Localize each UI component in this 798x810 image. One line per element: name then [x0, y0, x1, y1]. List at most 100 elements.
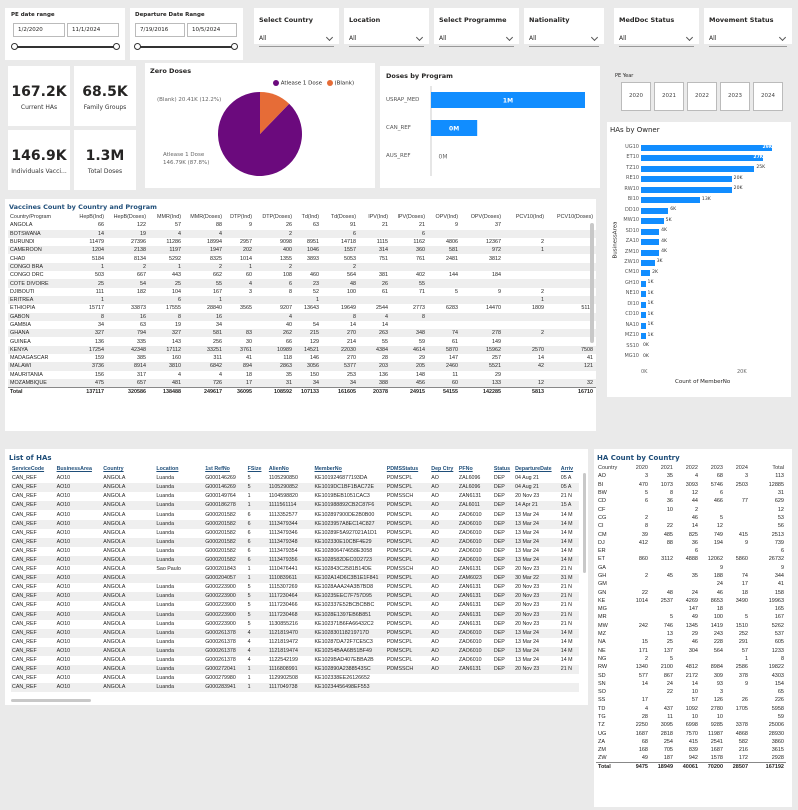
table-row[interactable]: CONGO BRA 1 2 1 2 1 2 2 [8, 262, 596, 272]
location-slicer[interactable]: Location All [344, 8, 429, 47]
table-row[interactable]: SD 577 867 2172 309 378 4303 [596, 671, 786, 679]
table-row[interactable]: GHANA 327 794 327 581 83 262 215 270 263 348 74 278 2… [8, 329, 596, 338]
table-row[interactable]: CAN_REF AO10 ANGOLA Luanda G000223900 5 111723… [11, 610, 579, 620]
table-row[interactable]: TD 4 437 1092 2780 1705 5958 [596, 705, 786, 713]
table-row[interactable]: MR 5 49 100 5 167 [596, 613, 786, 621]
table-row[interactable]: CAN_REF AO10 ANGOLA Luanda G000283941 1 111704… [11, 683, 579, 693]
select-country-dropdown[interactable]: All [259, 33, 334, 47]
table-row[interactable]: GM 24 17 41 [596, 580, 786, 588]
table-row[interactable]: GUINEA 136 335 143 256 30 66 129 214 55 59 61 149 [8, 337, 596, 345]
table-row[interactable]: NE 171 137 304 564 57 1233 [596, 647, 786, 655]
owner-bar[interactable] [641, 291, 646, 298]
owner-bar[interactable] [641, 280, 646, 287]
table-row[interactable]: RW 1340 2100 4812 8984 2586 19822 [596, 663, 786, 671]
owner-bar[interactable] [641, 155, 764, 162]
table-row[interactable]: MW 242 746 1345 1419 1510 5262 [596, 622, 786, 630]
select-programme-slicer[interactable]: Select Programme All [434, 8, 519, 47]
zero-doses-pie[interactable] [215, 88, 305, 180]
owner-bar[interactable] [641, 259, 655, 266]
owner-bar[interactable] [641, 322, 646, 329]
nationality-dropdown[interactable]: All [529, 33, 599, 47]
owner-bar[interactable] [641, 301, 646, 308]
table-row[interactable]: CAN_REF AO10 ANGOLA Luanda G000261378 4 112181… [11, 628, 579, 638]
table-row[interactable]: CAN_REF AO10 ANGOLA Luanda G000223900 5 111530… [11, 583, 579, 592]
owner-bar[interactable] [641, 228, 660, 235]
table-row[interactable]: CAMEROON 1204 2138 1197 1947 202 400 1046 1557 31… [8, 246, 596, 255]
table-row[interactable]: TZ 2250 3095 6998 9285 3378 25006 [596, 721, 786, 729]
table-row[interactable]: CG 2 46 5 53 [596, 514, 786, 522]
pe-end-date-input[interactable]: 11/1/2024 [67, 23, 119, 37]
location-dropdown[interactable]: All [349, 33, 424, 47]
table-row[interactable]: UG 1687 2818 7570 11987 4868 28930 [596, 730, 786, 738]
table-row[interactable]: KENYA 17254 42348 17112 33251 3761 10989 14521 2… [8, 345, 596, 355]
departure-range-handle-start[interactable] [134, 43, 141, 50]
departure-start-date-input[interactable]: 7/19/2016 [135, 23, 185, 37]
table-row[interactable]: CAN_REF AO10 ANGOLA Luanda G000149764 1 110459… [11, 492, 579, 501]
owner-bar[interactable] [641, 197, 700, 204]
owner-bar[interactable] [641, 186, 732, 193]
table-row[interactable]: CAN_REF AO10 ANGOLA Luanda G000223900 5 111723… [11, 601, 579, 610]
table-row[interactable]: CI 8 22 14 12 56 [596, 522, 786, 530]
table-row[interactable]: CAN_REF AO10 ANGOLA Luanda G000146269 5 110529… [11, 474, 579, 483]
table-row[interactable]: MAURITANIA 156 317 4 4 18 35 150 253 136 148 11 29 [8, 371, 596, 379]
table-row[interactable]: NG 2 5 1 8 [596, 655, 786, 663]
owner-bar[interactable] [641, 145, 773, 151]
table-row[interactable]: CM 39 485 825 749 415 2513 [596, 530, 786, 538]
table-row[interactable]: SS 17 57 126 26 226 [596, 696, 786, 704]
vaccines-vertical-scrollbar[interactable] [590, 223, 594, 343]
table-row[interactable]: KE 1014 2537 4269 8653 3490 19963 [596, 597, 786, 605]
table-row[interactable]: CAN_REF AO10 ANGOLA Luanda G000223900 5 113085… [11, 620, 579, 629]
table-row[interactable]: COTE DIVOIRE 25 54 25 55 4 6 23 48 26 55 [8, 279, 596, 288]
table-row[interactable]: MADAGASCAR 159 385 160 311 41 118 146 270 28 29 147… [8, 354, 596, 362]
table-row[interactable]: CF 10 2 12 [596, 505, 786, 513]
table-row[interactable]: NA 15 25 46 228 291 605 [596, 638, 786, 646]
table-row[interactable]: GABON 8 16 8 16 4 8 4 8 [8, 312, 596, 321]
nationality-slicer[interactable]: Nationality All [524, 8, 604, 47]
movement-status-dropdown[interactable]: All [709, 33, 787, 47]
table-row[interactable]: CAN_REF AO10 ANGOLA Luanda G000261378 4 112181… [11, 638, 579, 647]
table-row[interactable]: ER 6 6 [596, 547, 786, 555]
meddoc-status-slicer[interactable]: MedDoc Status All [614, 8, 699, 47]
table-row[interactable]: MALAWI 3736 8914 3810 6842 894 2863 3056 5377 203… [8, 362, 596, 371]
pe-year-2023[interactable]: 2023 [720, 82, 750, 111]
table-row[interactable]: GA 9 9 [596, 564, 786, 572]
owner-bar[interactable] [641, 312, 646, 319]
owner-bar[interactable] [641, 218, 664, 225]
table-row[interactable]: MZ 13 29 243 252 537 [596, 630, 786, 638]
pe-range-track[interactable] [13, 46, 117, 48]
pe-range-handle-end[interactable] [113, 43, 120, 50]
select-programme-dropdown[interactable]: All [439, 33, 514, 47]
table-row[interactable]: CONGO DRC 503 667 443 662 60 108 460 564 381 402 14… [8, 271, 596, 279]
meddoc-status-dropdown[interactable]: All [619, 33, 694, 47]
has-list-horizontal-scrollbar[interactable] [11, 699, 91, 702]
pe-year-2024[interactable]: 2024 [753, 82, 783, 111]
table-row[interactable]: AO 3 35 4 68 3 113 [596, 472, 786, 480]
table-row[interactable]: ZA 68 254 415 2541 582 3860 [596, 738, 786, 746]
owner-bar[interactable] [641, 249, 660, 256]
table-row[interactable]: ZW 49 187 942 1578 172 2928 [596, 754, 786, 763]
pe-start-date-input[interactable]: 1/2/2020 [13, 23, 65, 37]
table-row[interactable]: TG 28 11 10 10 59 [596, 713, 786, 721]
table-row[interactable]: SO 22 10 3 65 [596, 688, 786, 696]
table-row[interactable]: CAN_REF AO10 ANGOLA Luanda G000201582 6 111347… [11, 529, 579, 538]
table-row[interactable]: DJIBOUTI 111 182 104 167 3 8 52 100 61 71 5 9 26 [8, 288, 596, 296]
table-row[interactable]: GN 22 48 24 46 18 158 [596, 588, 786, 596]
table-row[interactable]: CAN_REF AO10 ANGOLA Luanda G000146269 5 110529… [11, 483, 579, 493]
table-row[interactable]: CAN_REF AO10 ANGOLA Luanda G000201582 6 111347… [11, 519, 579, 529]
select-country-slicer[interactable]: Select Country All [254, 8, 339, 47]
owner-bar[interactable] [641, 239, 660, 246]
table-row[interactable]: CAN_REF AO10 ANGOLA Luanda G000201582 6 111347… [11, 555, 579, 566]
table-row[interactable]: GH 2 45 35 188 74 344 [596, 572, 786, 580]
owner-bar[interactable] [641, 176, 732, 183]
table-row[interactable]: CD 6 36 44 466 77 629 [596, 497, 786, 505]
pe-year-2020[interactable]: 2020 [621, 82, 651, 111]
table-row[interactable]: CAN_REF AO10 ANGOLA G000204057 1 1110839611 KE… [11, 574, 579, 584]
departure-range-handle-end[interactable] [231, 43, 238, 50]
owner-bar[interactable] [641, 165, 755, 172]
table-row[interactable]: BW 5 8 12 6 31 [596, 489, 786, 497]
table-row[interactable]: CAN_REF AO10 ANGOLA Luanda G000223900 5 111723… [11, 592, 579, 602]
table-row[interactable]: ZM 168 705 839 1687 216 3615 [596, 746, 786, 754]
departure-range-track[interactable] [136, 46, 237, 48]
table-row[interactable]: GAMBIA 34 63 19 34 40 54 14 14 [8, 321, 596, 329]
table-row[interactable]: CHAD 5184 8134 5292 8325 1014 1355 3893 5053 751 7… [8, 254, 596, 262]
